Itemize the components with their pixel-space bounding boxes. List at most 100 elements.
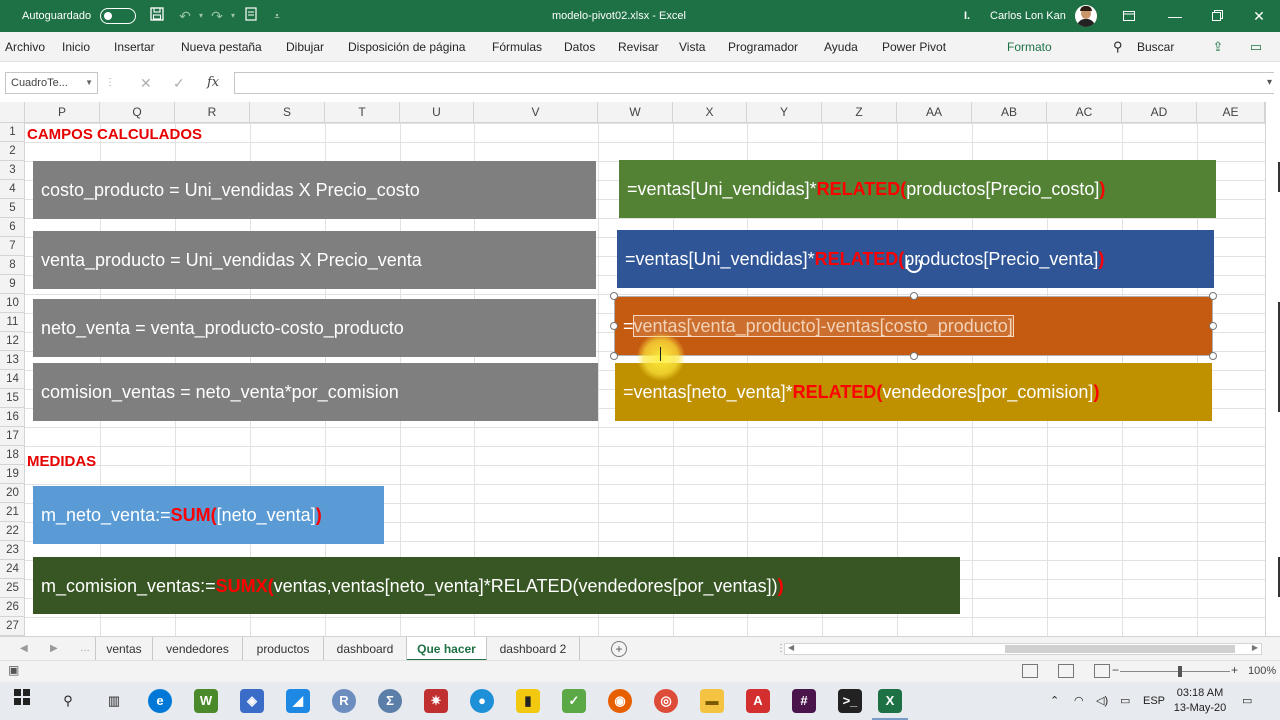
worksheet-grid[interactable]: CAMPOS CALCULADOS MEDIDAS costo_producto… xyxy=(25,123,1265,636)
col-header-ab[interactable]: AB xyxy=(972,102,1047,123)
user-name[interactable]: Carlos Lon Kan xyxy=(990,0,1066,32)
resize-handle[interactable] xyxy=(610,352,618,360)
tab-vista[interactable]: Vista xyxy=(679,32,705,62)
row-header[interactable]: 15 xyxy=(0,389,24,408)
form-icon[interactable] xyxy=(242,7,260,25)
minimize-icon[interactable]: — xyxy=(1152,0,1198,32)
network-icon[interactable]: ◠ xyxy=(1074,682,1084,720)
sheet-tab-que-hacer[interactable]: Que hacer xyxy=(407,637,487,661)
pdf-icon[interactable]: A xyxy=(746,689,770,713)
row-header[interactable]: 27 xyxy=(0,617,24,636)
page-break-icon[interactable] xyxy=(1094,664,1110,678)
sheet-tab-ventas[interactable]: ventas xyxy=(95,637,153,661)
row-header[interactable]: 16 xyxy=(0,408,24,427)
row-header[interactable]: 12 xyxy=(0,332,24,351)
add-sheet-icon[interactable]: + xyxy=(611,641,627,657)
page-layout-icon[interactable] xyxy=(1058,664,1074,678)
formula-box-comision[interactable]: =ventas[neto_venta]*RELATED(vendedores[p… xyxy=(615,363,1212,421)
excel-icon[interactable]: X xyxy=(878,689,902,713)
app-star-icon[interactable]: ✷ xyxy=(424,689,448,713)
expand-formula-icon[interactable]: ▾ xyxy=(1267,72,1272,94)
row-header[interactable]: 18 xyxy=(0,446,24,465)
col-header-ac[interactable]: AC xyxy=(1047,102,1122,123)
horizontal-scrollbar[interactable]: ◀ ▶ xyxy=(784,643,1262,655)
row-header[interactable]: 2 xyxy=(0,142,24,161)
chrome-icon[interactable]: ◎ xyxy=(654,689,678,713)
row-header[interactable]: 1 xyxy=(0,123,24,142)
select-all[interactable] xyxy=(0,102,25,123)
resize-handle[interactable] xyxy=(610,292,618,300)
calc-box-comision-ventas[interactable]: comision_ventas = neto_venta*por_comisio… xyxy=(33,363,598,421)
search-taskbar-icon[interactable]: ⚲ xyxy=(56,689,80,713)
col-header-r[interactable]: R xyxy=(175,102,250,123)
col-header-ad[interactable]: AD xyxy=(1122,102,1197,123)
row-header[interactable]: 7 xyxy=(0,237,24,256)
col-header-s[interactable]: S xyxy=(250,102,325,123)
measure-box-comision-ventas[interactable]: m_comision_ventas:=SUMX(ventas,ventas[ne… xyxy=(33,557,960,614)
col-header-y[interactable]: Y xyxy=(747,102,822,123)
tab-power-pivot[interactable]: Power Pivot xyxy=(882,32,946,62)
calc-box-neto-venta[interactable]: neto_venta = venta_producto-costo_produc… xyxy=(33,299,596,357)
user-avatar[interactable] xyxy=(1075,5,1097,27)
app-shark-icon[interactable]: ◢ xyxy=(286,689,310,713)
col-header-p[interactable]: P xyxy=(25,102,100,123)
sheet-tab-vendedores[interactable]: vendedores xyxy=(153,637,243,661)
calc-box-costo-producto[interactable]: costo_producto = Uni_vendidas X Precio_c… xyxy=(33,161,596,219)
normal-view-icon[interactable] xyxy=(1022,664,1038,678)
zoom-thumb[interactable] xyxy=(1178,666,1182,677)
formula-box-neto-editing[interactable]: =ventas[venta_producto]-ventas[costo_pro… xyxy=(615,297,1212,355)
row-header[interactable]: 22 xyxy=(0,522,24,541)
tray-expand-icon[interactable]: ⌃ xyxy=(1050,682,1059,720)
row-header[interactable]: 17 xyxy=(0,427,24,446)
clock[interactable]: 03:18 AM 13-May-20 xyxy=(1165,686,1235,716)
tab-ayuda[interactable]: Ayuda xyxy=(824,32,858,62)
tab-archivo[interactable]: Archivo xyxy=(5,32,45,62)
vertical-scroll-area[interactable] xyxy=(1265,102,1280,636)
tab-disposicion[interactable]: Disposición de página xyxy=(348,32,465,62)
redo-dropdown-icon[interactable]: ▾ xyxy=(224,7,242,25)
tab-inicio[interactable]: Inicio xyxy=(62,32,90,62)
notifications-icon[interactable]: ▭ xyxy=(1242,682,1252,720)
formula-box-costo[interactable]: =ventas[Uni_vendidas]*RELATED(productos[… xyxy=(619,160,1216,218)
3d-viewer-icon[interactable]: ◈ xyxy=(240,689,264,713)
tab-programador[interactable]: Programador xyxy=(728,32,798,62)
cancel-icon[interactable]: ✕ xyxy=(140,73,152,93)
autosave-toggle[interactable] xyxy=(100,8,136,24)
rotate-handle-icon[interactable] xyxy=(906,257,922,273)
col-header-x[interactable]: X xyxy=(673,102,747,123)
terminal-icon[interactable]: >_ xyxy=(838,689,862,713)
row-header[interactable]: 6 xyxy=(0,218,24,237)
row-header[interactable]: 21 xyxy=(0,503,24,522)
row-header[interactable]: 4 xyxy=(0,180,24,199)
col-header-w[interactable]: W xyxy=(598,102,673,123)
rstudio-icon[interactable]: Σ xyxy=(378,689,402,713)
volume-icon[interactable]: ◁) xyxy=(1096,682,1108,720)
edge-icon[interactable]: e xyxy=(148,689,172,713)
selected-text[interactable]: ventas[venta_producto]-ventas[costo_prod… xyxy=(632,315,1014,337)
tab-datos[interactable]: Datos xyxy=(564,32,595,62)
row-header[interactable]: 20 xyxy=(0,484,24,503)
col-header-v[interactable]: V xyxy=(474,102,598,123)
app-w-icon[interactable]: W xyxy=(194,689,218,713)
windows-start-icon[interactable] xyxy=(10,689,34,713)
confirm-icon[interactable]: ✓ xyxy=(173,73,185,93)
macro-record-icon[interactable]: ▣ xyxy=(8,663,19,677)
col-header-ae[interactable]: AE xyxy=(1197,102,1265,123)
more-sheets-icon[interactable]: … xyxy=(80,637,90,661)
resize-handle[interactable] xyxy=(610,322,618,330)
zoom-slider[interactable] xyxy=(1120,671,1230,672)
tab-formato[interactable]: Formato xyxy=(1007,32,1052,62)
tab-formulas[interactable]: Fórmulas xyxy=(492,32,542,62)
resize-handle[interactable] xyxy=(1209,322,1217,330)
customize-qat-icon[interactable]: ⩡ xyxy=(268,7,286,25)
tab-revisar[interactable]: Revisar xyxy=(618,32,659,62)
row-header[interactable]: 25 xyxy=(0,579,24,598)
tab-insertar[interactable]: Insertar xyxy=(114,32,155,62)
app-green-icon[interactable]: ✓ xyxy=(562,689,586,713)
next-sheet-icon[interactable]: ▶ xyxy=(50,637,58,661)
prev-sheet-icon[interactable]: ◀ xyxy=(20,637,28,661)
zoom-level[interactable]: 100% xyxy=(1248,665,1276,677)
restore-icon[interactable] xyxy=(1194,0,1240,32)
col-header-q[interactable]: Q xyxy=(100,102,175,123)
search-icon[interactable]: ⚲ xyxy=(1113,32,1123,62)
